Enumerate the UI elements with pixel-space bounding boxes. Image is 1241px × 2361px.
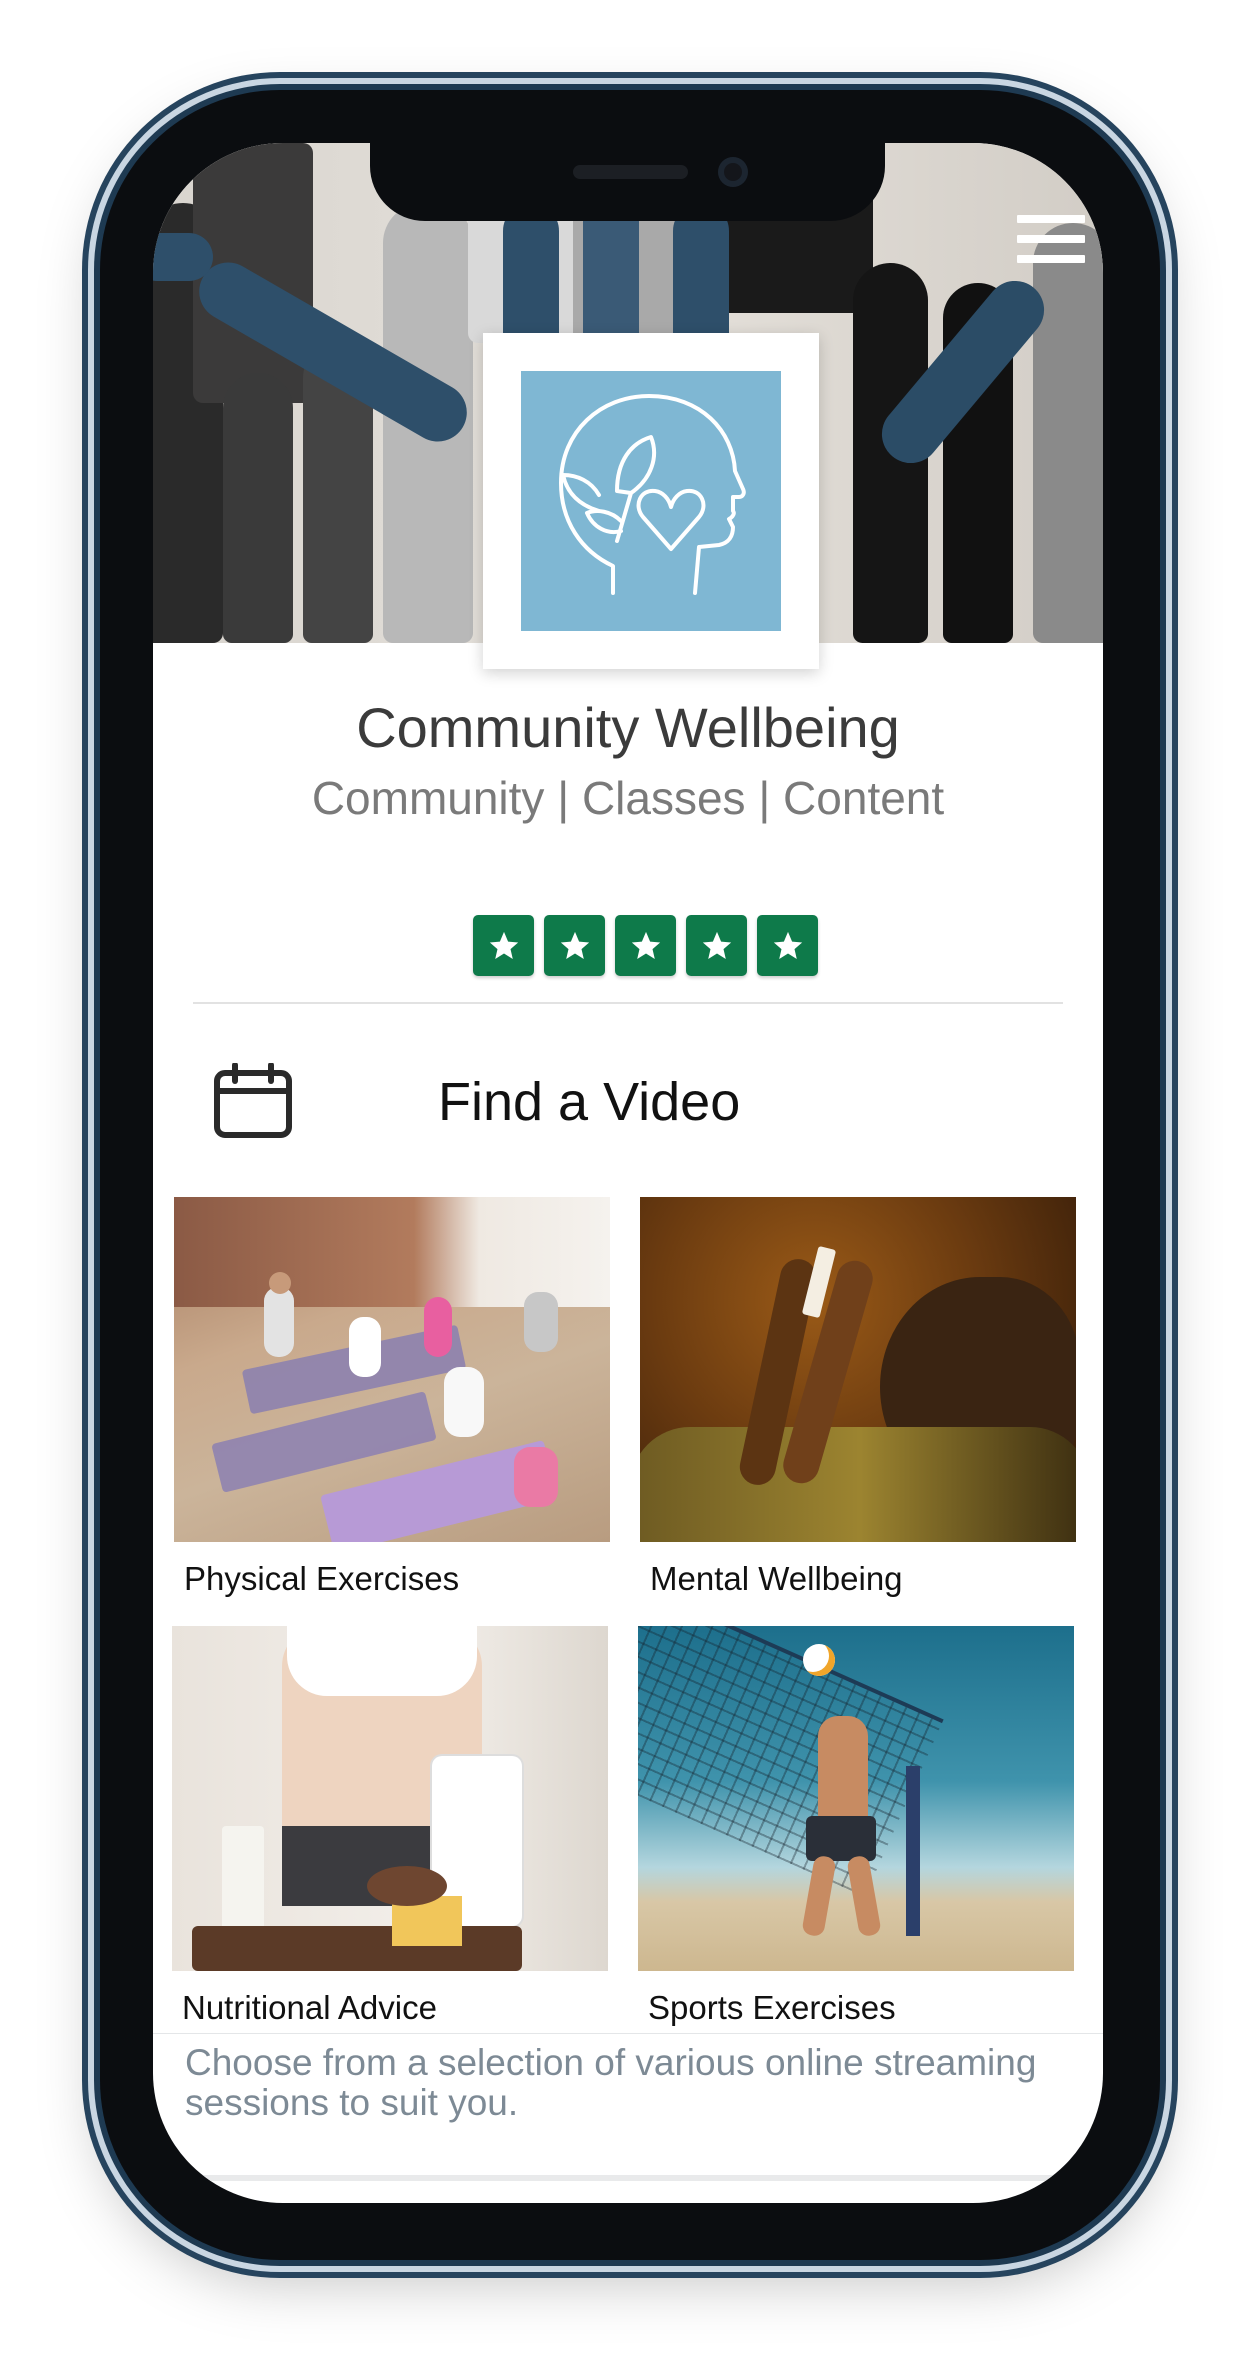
divider xyxy=(153,2033,1103,2034)
divider xyxy=(193,1002,1063,1004)
category-mental-wellbeing[interactable]: Mental Wellbeing xyxy=(640,1197,1076,1598)
speaker-grille xyxy=(573,165,688,179)
category-label: Physical Exercises xyxy=(184,1560,460,1597)
star-icon xyxy=(544,915,605,976)
logo xyxy=(483,333,819,669)
yoga-class-photo xyxy=(174,1197,610,1542)
find-video-button[interactable]: Find a Video xyxy=(153,1023,1103,1173)
category-nutritional-advice[interactable]: Nutritional Advice xyxy=(172,1626,608,2027)
category-sports-exercises[interactable]: Sports Exercises xyxy=(638,1626,1074,2027)
description-text: Choose from a selection of various onlin… xyxy=(185,2042,1037,2123)
stage: Community Wellbeing Community | Classes … xyxy=(0,0,1241,2361)
power-button xyxy=(1160,640,1170,910)
app-title: Community Wellbeing xyxy=(356,696,900,759)
star-icon xyxy=(757,915,818,976)
category-label: Nutritional Advice xyxy=(182,1989,437,2026)
volume-down-button xyxy=(90,800,100,965)
category-label: Sports Exercises xyxy=(648,1989,896,2026)
front-camera xyxy=(718,157,748,187)
star-icon xyxy=(473,915,534,976)
category-label: Mental Wellbeing xyxy=(650,1560,903,1597)
hamburger-menu-icon[interactable] xyxy=(1017,215,1085,275)
rating-stars xyxy=(473,915,818,976)
bottom-divider xyxy=(153,2175,1103,2181)
silent-switch xyxy=(90,430,100,520)
app-subtitle: Community | Classes | Content xyxy=(311,772,945,824)
calendar-icon xyxy=(213,1062,293,1144)
star-icon xyxy=(615,915,676,976)
category-physical-exercises[interactable]: Physical Exercises xyxy=(174,1197,610,1598)
nutrition-photo xyxy=(172,1626,608,1971)
beach-volleyball-photo xyxy=(638,1626,1074,1971)
phone-notch xyxy=(370,143,885,221)
star-icon xyxy=(686,915,747,976)
man-with-phone-photo xyxy=(640,1197,1076,1542)
app-screen: Community Wellbeing Community | Classes … xyxy=(153,143,1103,2203)
find-video-label: Find a Video xyxy=(438,1072,741,1132)
head-leaf-heart-icon xyxy=(521,371,781,631)
volume-up-button xyxy=(90,590,100,755)
